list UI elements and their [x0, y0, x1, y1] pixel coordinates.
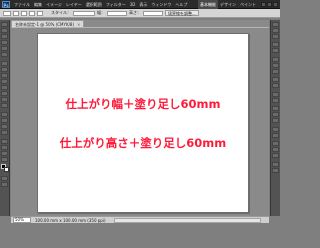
document-window: 名称未設定-1 @ 50% (CMYK/8) × 仕上がり幅＋塗り足し60mm … [11, 20, 269, 216]
zoom-tool-icon[interactable] [1, 156, 8, 162]
paragraph-panel-icon[interactable] [272, 97, 279, 103]
width-label: 幅： [97, 10, 105, 15]
3d-panel-icon[interactable] [272, 141, 279, 146]
application-bar: Ps ファイル 編集 イメージ レイヤー 選択範囲 フィルター 3D 表示 ウィ… [0, 0, 280, 9]
3d-rotate-tool-icon[interactable] [1, 138, 8, 144]
marquee-tool-icon[interactable] [1, 27, 8, 33]
info-panel-icon[interactable] [272, 106, 279, 111]
layer-comps-panel-icon[interactable] [272, 161, 279, 167]
workspace-design[interactable]: デザイン [218, 0, 238, 9]
menu-3d[interactable]: 3D [128, 0, 138, 9]
gradient-tool-icon[interactable] [1, 90, 8, 96]
history-brush-tool-icon[interactable] [1, 78, 8, 84]
history-panel-icon[interactable] [272, 77, 279, 82]
notes-panel-icon[interactable] [272, 153, 279, 158]
actions-panel-icon[interactable] [272, 83, 279, 88]
menu-filter[interactable]: フィルター [104, 0, 128, 9]
height-label: 高さ： [129, 10, 141, 15]
options-bar: スタイル： 幅： 高さ： 境界線を調整... [0, 9, 280, 18]
canvas[interactable]: 仕上がり幅＋塗り足し60mm 仕上がり高さ＋塗り足し60mm [37, 33, 249, 213]
color-panel-icon[interactable] [272, 21, 279, 27]
styles-panel-icon[interactable] [272, 33, 279, 39]
pen-tool-icon[interactable] [1, 111, 8, 117]
canvas-text-width: 仕上がり幅＋塗り足し60mm [65, 97, 221, 111]
background-color-swatch[interactable] [3, 167, 9, 172]
subtract-selection-icon[interactable] [29, 10, 35, 16]
brush-tool-icon[interactable] [1, 66, 8, 72]
lasso-tool-icon[interactable] [1, 33, 8, 39]
menu-window[interactable]: ウィンドウ [149, 0, 173, 9]
horizontal-scrollbar[interactable] [113, 217, 261, 223]
shape-tool-icon[interactable] [1, 129, 8, 135]
menu-file[interactable]: ファイル [12, 0, 32, 9]
menu-select[interactable]: 選択範囲 [84, 0, 104, 9]
workspace-switcher: 基本機能 デザイン ペイント [198, 0, 280, 9]
paths-panel-icon[interactable] [272, 68, 279, 74]
refine-edge-button[interactable]: 境界線を調整... [165, 10, 199, 16]
tool-separator [1, 109, 8, 111]
panel-dock [270, 20, 280, 216]
style-select[interactable] [73, 10, 95, 16]
move-tool-icon[interactable] [1, 21, 8, 27]
channels-panel-icon[interactable] [272, 62, 279, 68]
tab-divider [11, 27, 269, 28]
document-tab[interactable]: 名称未設定-1 @ 50% (CMYK/8) × [11, 20, 85, 27]
tool-preset-picker[interactable] [3, 10, 11, 16]
style-label: スタイル： [51, 10, 71, 15]
menu-edit[interactable]: 編集 [32, 0, 44, 9]
new-selection-icon[interactable] [13, 10, 19, 16]
workspace-paint[interactable]: ペイント [238, 0, 258, 9]
clone-stamp-tool-icon[interactable] [1, 72, 8, 78]
photoshop-logo: Ps [2, 0, 10, 8]
quick-mask-icon[interactable] [1, 176, 8, 181]
eraser-tool-icon[interactable] [1, 84, 8, 90]
menu-bar: ファイル 編集 イメージ レイヤー 選択範囲 フィルター 3D 表示 ウィンドウ… [12, 0, 189, 9]
adjustments-panel-icon[interactable] [272, 42, 279, 47]
close-button[interactable] [273, 1, 278, 7]
tool-presets-panel-icon[interactable] [272, 167, 279, 173]
quick-selection-tool-icon[interactable] [1, 39, 8, 45]
type-tool-icon[interactable] [1, 117, 8, 123]
healing-brush-tool-icon[interactable] [1, 60, 8, 66]
dodge-tool-icon[interactable] [1, 102, 8, 108]
crop-tool-icon[interactable] [1, 45, 8, 51]
workspace-essentials[interactable]: 基本機能 [198, 0, 218, 9]
maximize-button[interactable] [267, 1, 272, 7]
zoom-field[interactable]: 50% [13, 217, 31, 223]
brushes-panel-icon[interactable] [272, 126, 279, 132]
histogram-panel-icon[interactable] [272, 118, 279, 123]
screen-mode-icon[interactable] [1, 182, 8, 187]
color-swatches [0, 164, 9, 173]
tools-panel [0, 20, 10, 216]
add-selection-icon[interactable] [21, 10, 27, 16]
intersect-selection-icon[interactable] [37, 10, 43, 16]
status-bar: 50% 100.00 mm x 100.00 mm (350 ppi) [11, 216, 269, 223]
character-panel-icon[interactable] [272, 91, 279, 97]
menu-help[interactable]: ヘルプ [173, 0, 189, 9]
minimize-button[interactable] [261, 1, 266, 7]
hand-tool-icon[interactable] [1, 150, 8, 156]
menu-layer[interactable]: レイヤー [64, 0, 84, 9]
3d-camera-tool-icon[interactable] [1, 144, 8, 150]
blur-tool-icon[interactable] [1, 96, 8, 102]
window-controls [260, 1, 278, 7]
width-input[interactable] [107, 10, 127, 16]
height-input[interactable] [143, 10, 163, 16]
menu-image[interactable]: イメージ [44, 0, 64, 9]
document-info: 100.00 mm x 100.00 mm (350 ppi) [35, 217, 106, 223]
canvas-text-height: 仕上がり高さ＋塗り足し60mm [59, 136, 227, 150]
clone-source-panel-icon[interactable] [272, 132, 279, 138]
path-selection-tool-icon[interactable] [1, 123, 8, 129]
layers-panel-icon[interactable] [272, 56, 279, 62]
navigator-panel-icon[interactable] [272, 112, 279, 117]
masks-panel-icon[interactable] [272, 48, 279, 53]
animation-panel-icon[interactable] [272, 147, 279, 152]
tool-separator [1, 136, 8, 138]
eyedropper-tool-icon[interactable] [1, 51, 8, 57]
swatches-panel-icon[interactable] [272, 27, 279, 33]
menu-view[interactable]: 表示 [137, 0, 149, 9]
tool-separator [1, 58, 8, 60]
